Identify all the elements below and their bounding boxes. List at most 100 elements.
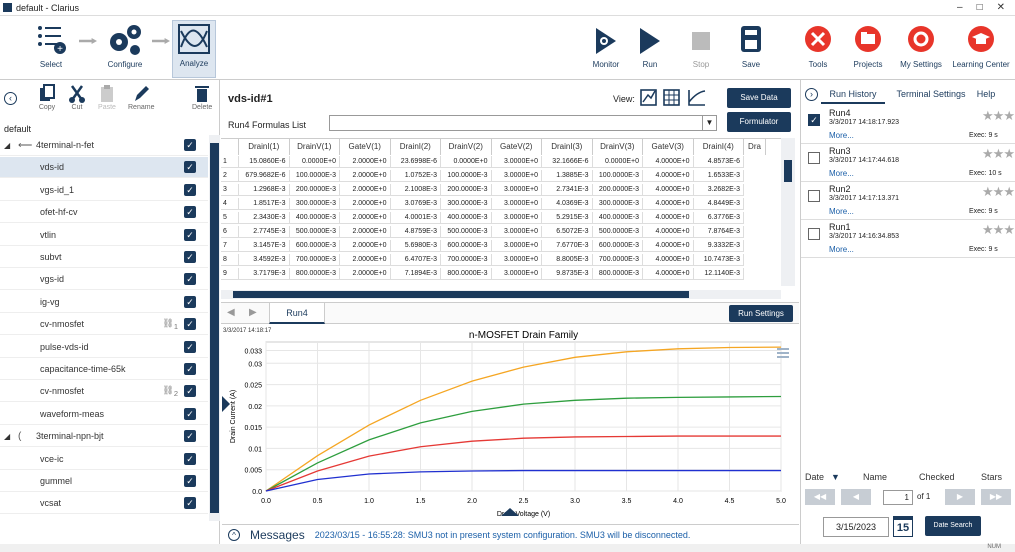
table-cell[interactable]: 2.0000E+0 [340,170,391,182]
table-cell[interactable]: 3.7179E-3 [239,268,290,280]
copy-button[interactable]: Copy [38,84,56,111]
table-cell[interactable]: 4.0000E+0 [643,240,694,252]
table-cell[interactable]: 6.4707E-3 [390,254,441,266]
table-cell[interactable]: 300.0000E-3 [289,198,340,210]
table-cell[interactable]: 4.0000E+0 [643,156,694,168]
run-history-item[interactable]: ✓ Run4 3/3/2017 14:18:17.923 More... Exec: 9… [801,106,1015,144]
row-index[interactable]: 6 [221,226,239,238]
tree-item-checkbox[interactable]: ✓ [184,475,196,487]
maximize-button[interactable]: □ [977,2,983,13]
column-header[interactable]: DrainV(2) [441,139,492,155]
tree-item-checkbox[interactable]: ✓ [184,139,196,151]
expand-arrow-icon[interactable]: ◢ [4,141,10,150]
table-cell[interactable]: 3.0000E+0 [491,170,542,182]
table-cell[interactable]: 32.1666E-6 [542,156,593,168]
formulas-dropdown[interactable]: ▼ [329,115,717,131]
table-cell[interactable]: 2.7745E-3 [239,226,290,238]
table-cell[interactable]: 4.8573E-6 [693,156,744,168]
tree-item-checkbox[interactable]: ✓ [184,206,196,219]
table-cell[interactable]: 400.0000E-3 [592,212,643,224]
table-cell[interactable]: 2.0000E+0 [340,254,391,266]
row-index[interactable]: 4 [221,198,239,210]
table-cell[interactable]: 300.0000E-3 [441,198,492,210]
table-cell[interactable]: 1.0752E-3 [390,170,441,182]
row-index[interactable]: 1 [221,156,239,168]
table-cell[interactable]: 2.0000E+0 [340,268,391,280]
table-cell[interactable]: 23.6998E-6 [390,156,441,168]
tree-item[interactable]: subvt ✓ [0,247,208,268]
table-cell[interactable]: 600.0000E-3 [289,240,340,252]
tree-item-checkbox[interactable]: ✓ [184,497,196,510]
run-settings-button[interactable]: Run Settings [729,305,793,322]
table-cell[interactable]: 4.0000E+0 [643,198,694,210]
tab-help[interactable]: Help [971,84,1001,104]
chevron-down-icon[interactable]: ▼ [702,116,716,130]
chart-menu-icon[interactable] [777,348,789,358]
table-cell[interactable]: 7.6770E-3 [542,240,593,252]
tab-run4[interactable]: Run4 [269,302,325,324]
tree-scrollbar[interactable] [209,135,220,521]
tree-item-checkbox[interactable]: ✓ [184,273,196,286]
grid-hscroll-thumb[interactable] [233,291,689,298]
last-page-button[interactable]: ▶▶ [981,489,1011,505]
formulator-button[interactable]: Formulator [727,112,791,132]
table-cell[interactable]: 700.0000E-3 [289,254,340,266]
table-cell[interactable]: 3.0000E+0 [491,268,542,280]
table-cell[interactable]: 5.2915E-3 [542,212,593,224]
table-cell[interactable]: 10.7473E-3 [693,254,744,266]
column-header[interactable]: DrainV(1) [290,139,340,155]
table-cell[interactable]: 600.0000E-3 [592,240,643,252]
column-header[interactable]: GateV(1) [340,139,391,155]
tab-run-history[interactable]: Run History [821,84,885,104]
tree-item-checkbox[interactable]: ✓ [184,228,196,241]
table-cell[interactable]: 3.0000E+0 [491,254,542,266]
page-input[interactable]: 1 [883,490,913,505]
table-cell[interactable]: 3.0000E+0 [491,184,542,196]
tree-group[interactable]: ◢ ⟵ 4terminal-n-fet ✓ [0,135,208,156]
table-cell[interactable]: 4.0000E+0 [643,226,694,238]
table-cell[interactable]: 5.6980E-3 [390,240,441,252]
table-cell[interactable]: 6.3776E-3 [693,212,744,224]
table-cell[interactable]: 3.0000E+0 [491,156,542,168]
expand-arrow-icon[interactable]: ◢ [4,432,10,441]
table-cell[interactable]: 1.3885E-3 [542,170,593,182]
table-cell[interactable]: 300.0000E-3 [592,198,643,210]
table-cell[interactable]: 3.0000E+0 [491,240,542,252]
run-more-link[interactable]: More... [829,207,854,216]
expand-messages-icon[interactable]: ^ [228,528,240,541]
table-cell[interactable]: 100.0000E-3 [289,170,340,182]
table-cell[interactable]: 2.7341E-3 [542,184,593,196]
table-cell[interactable]: 7.1894E-3 [390,268,441,280]
table-cell[interactable]: 200.0000E-3 [592,184,643,196]
tree-item-checkbox[interactable]: ✓ [184,430,196,443]
projects-button[interactable]: Projects [848,22,888,69]
rating-stars[interactable]: ★★★ [982,222,1015,238]
grid-vertical-scrollbar[interactable] [781,138,795,286]
table-cell[interactable]: 12.1140E-3 [693,268,744,280]
table-cell[interactable]: 200.0000E-3 [441,184,492,196]
learning-center-button[interactable]: Learning Center [950,22,1012,69]
run-checkbox[interactable] [808,152,820,164]
column-header[interactable]: DrainI(4) [694,139,744,155]
table-cell[interactable]: 2.0000E+0 [340,226,391,238]
rating-stars[interactable]: ★★★ [982,108,1015,124]
grid-horizontal-scrollbar[interactable] [221,290,781,299]
table-cell[interactable]: 800.0000E-3 [289,268,340,280]
tab-terminal-settings[interactable]: Terminal Settings [891,84,971,104]
row-index[interactable]: 2 [221,170,239,182]
table-cell[interactable]: 3.0769E-3 [390,198,441,210]
table-cell[interactable]: 700.0000E-3 [441,254,492,266]
table-cell[interactable]: 600.0000E-3 [441,240,492,252]
table-cell[interactable]: 4.0000E+0 [643,184,694,196]
table-cell[interactable]: 3.2682E-3 [693,184,744,196]
rename-button[interactable]: Rename [128,84,154,111]
run-checkbox[interactable] [808,228,820,240]
select-button[interactable]: + Select [30,22,72,69]
tools-button[interactable]: Tools [800,22,836,69]
table-cell[interactable]: 4.8449E-3 [693,198,744,210]
tree-item[interactable]: vce-ic ✓ [0,449,208,470]
column-header[interactable]: DrainI(1) [239,139,290,155]
tree-item-checkbox[interactable]: ✓ [184,183,196,196]
table-cell[interactable]: 200.0000E-3 [289,184,340,196]
table-cell[interactable]: 2.1008E-3 [390,184,441,196]
